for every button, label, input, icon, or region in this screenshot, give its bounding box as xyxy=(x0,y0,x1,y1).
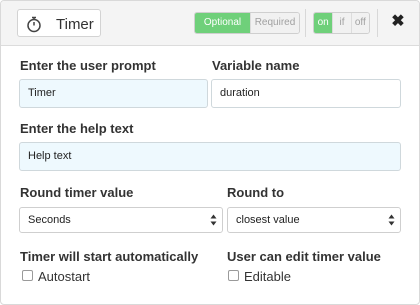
prompt-label: Enter the user prompt xyxy=(20,58,156,73)
help-text-label: Enter the help text xyxy=(20,121,134,136)
required-button[interactable]: Required xyxy=(250,13,299,33)
round-timer-value-selected: Seconds xyxy=(28,214,71,226)
prompt-input[interactable]: Timer xyxy=(19,79,208,108)
round-to-label: Round to xyxy=(227,185,285,200)
round-timer-value-select[interactable]: Seconds xyxy=(19,207,223,233)
help-text-input[interactable]: Help text xyxy=(19,142,401,171)
editable-label: User can edit timer value xyxy=(227,249,381,264)
divider xyxy=(305,9,306,37)
editable-checkbox[interactable] xyxy=(228,270,239,281)
select-arrows-icon xyxy=(210,214,217,226)
visibility-toggle: on if off xyxy=(313,12,370,34)
autostart-checkbox-label: Autostart xyxy=(38,269,91,284)
variable-name-label: Variable name xyxy=(212,58,300,73)
divider xyxy=(377,9,378,37)
if-button[interactable]: if xyxy=(332,13,351,33)
panel-header: Timer Optional Required on if off ✖ xyxy=(1,1,419,46)
timer-settings-panel: Timer Optional Required on if off ✖ Ente… xyxy=(0,0,420,305)
autostart-label: Timer will start automatically xyxy=(20,249,199,264)
element-title: Timer xyxy=(56,16,94,33)
select-arrows-icon xyxy=(388,214,395,226)
stopwatch-icon xyxy=(27,16,41,33)
on-button[interactable]: on xyxy=(314,13,333,33)
variable-name-input[interactable]: duration xyxy=(211,79,401,108)
round-to-select[interactable]: closest value xyxy=(227,207,401,233)
editable-checkbox-label: Editable xyxy=(244,269,291,284)
requirement-toggle: Optional Required xyxy=(194,12,300,34)
round-timer-value-label: Round timer value xyxy=(20,185,134,200)
round-to-selected: closest value xyxy=(236,214,300,226)
autostart-checkbox[interactable] xyxy=(22,270,33,281)
optional-button[interactable]: Optional xyxy=(195,13,250,33)
element-title-chip: Timer xyxy=(17,9,101,37)
close-icon[interactable]: ✖ xyxy=(389,13,407,31)
off-button[interactable]: off xyxy=(350,13,369,33)
